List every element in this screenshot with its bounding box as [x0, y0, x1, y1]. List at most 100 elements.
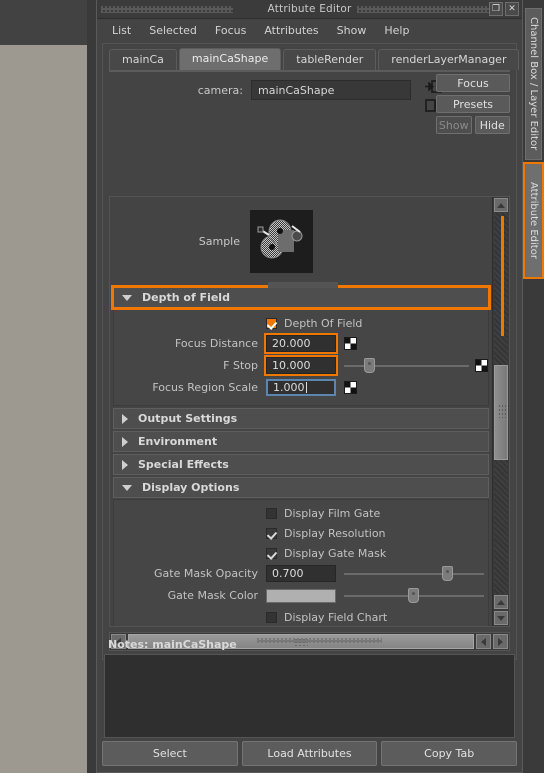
display-field-chart-row: Display Field Chart: [114, 608, 488, 626]
camera-label: camera:: [197, 83, 243, 97]
text-caret: [305, 382, 307, 393]
gate-mask-opacity-row: Gate Mask Opacity 0.700: [114, 564, 488, 583]
tab-renderLayerManager[interactable]: renderLayerManager: [378, 48, 520, 70]
section-title-depth-of-field: Depth of Field: [142, 291, 230, 304]
tab-tableRender[interactable]: tableRender: [283, 48, 377, 70]
display-film-gate-checkbox[interactable]: [266, 507, 277, 519]
chevron-down-icon: [122, 484, 132, 491]
focus-region-scale-label: Focus Region Scale: [152, 381, 258, 394]
menu-help[interactable]: Help: [375, 22, 418, 39]
gate-mask-color-slider[interactable]: [344, 587, 484, 604]
f-stop-label: F Stop: [223, 359, 258, 372]
display-gate-mask-row: Display Gate Mask: [114, 544, 488, 562]
focus-region-scale-input[interactable]: 1.000: [266, 379, 336, 396]
display-film-gate-row: Display Film Gate: [114, 504, 488, 522]
f-stop-slider-thumb[interactable]: [364, 358, 375, 373]
screen-root: Attribute Editor ❐ ✕ List Selected Focus…: [0, 0, 544, 773]
section-title-output-settings: Output Settings: [138, 412, 238, 425]
vertical-scrollbar[interactable]: [492, 197, 509, 626]
f-stop-row: F Stop 10.000: [114, 355, 488, 376]
focus-distance-map-icon[interactable]: [344, 337, 357, 350]
f-stop-input[interactable]: 10.000: [264, 355, 338, 376]
display-gate-mask-checkbox[interactable]: [266, 547, 277, 559]
vertical-scroll-track[interactable]: [494, 213, 508, 594]
sample-thumbnail[interactable]: [250, 209, 313, 273]
camera-name-input[interactable]: mainCaShape: [251, 80, 411, 100]
focus-region-scale-map-icon[interactable]: [344, 381, 357, 394]
copy-tab-button[interactable]: Copy Tab: [381, 741, 518, 766]
scroll-up-icon[interactable]: [494, 198, 508, 212]
gate-mask-opacity-thumb[interactable]: [442, 566, 453, 581]
focus-region-scale-value: 1.000: [273, 381, 305, 394]
bottom-button-bar: Select Load Attributes Copy Tab: [102, 741, 518, 766]
chevron-down-icon: [122, 294, 132, 301]
hide-button[interactable]: Hide: [474, 116, 510, 134]
attribute-scroll-area: Sample Depth of Field Depth Of Field Foc…: [109, 196, 510, 627]
section-body-display-options: Display Film Gate Display Resolution Dis…: [113, 499, 489, 626]
menu-focus[interactable]: Focus: [206, 22, 255, 39]
gate-mask-color-label: Gate Mask Color: [167, 589, 258, 602]
f-stop-map-icon[interactable]: [475, 359, 488, 372]
editor-body: mainCa mainCaShape tableRender renderLay…: [102, 43, 520, 660]
window-controls: ❐ ✕: [489, 2, 519, 16]
notes-section: Notes: mainCaShape: [102, 636, 517, 738]
focus-region-scale-row: Focus Region Scale 1.000: [114, 378, 488, 397]
menu-attributes[interactable]: Attributes: [255, 22, 327, 39]
menubar: List Selected Focus Attributes Show Help: [97, 19, 522, 41]
tab-mainCaShape[interactable]: mainCaShape: [178, 47, 282, 70]
chevron-right-icon: [122, 413, 128, 424]
vtab-channel-box-layer-editor[interactable]: Channel Box / Layer Editor: [525, 8, 542, 160]
vertical-scroll-thumb[interactable]: [494, 365, 508, 460]
menu-selected[interactable]: Selected: [140, 22, 206, 39]
display-film-gate-label: Display Film Gate: [284, 506, 381, 520]
section-body-depth-of-field: Depth Of Field Focus Distance 20.000 F S…: [113, 309, 489, 406]
section-header-special-effects[interactable]: Special Effects: [113, 454, 489, 475]
focus-button[interactable]: Focus: [436, 74, 510, 92]
scroll-down-small-icon[interactable]: [494, 595, 508, 609]
load-attributes-button[interactable]: Load Attributes: [241, 741, 378, 766]
select-button[interactable]: Select: [102, 741, 238, 766]
viewport-backdrop: [0, 45, 87, 773]
gate-mask-color-thumb[interactable]: [408, 588, 420, 603]
presets-button[interactable]: Presets: [436, 95, 510, 113]
vtab-attribute-editor[interactable]: Attribute Editor: [523, 162, 544, 279]
display-resolution-checkbox[interactable]: [266, 527, 277, 539]
tab-mainCa[interactable]: mainCa: [109, 48, 177, 70]
sample-strip: [268, 282, 338, 288]
scroll-highlight-marker: [501, 216, 504, 336]
section-header-output-settings[interactable]: Output Settings: [113, 408, 489, 429]
gate-mask-color-swatch[interactable]: [266, 588, 336, 603]
depth-of-field-checkbox[interactable]: [266, 317, 277, 329]
right-vertical-tab-strip: Channel Box / Layer Editor Attribute Edi…: [523, 0, 544, 773]
display-resolution-row: Display Resolution: [114, 524, 488, 542]
gate-mask-opacity-slider[interactable]: [344, 565, 484, 582]
scroll-down-icon[interactable]: [494, 611, 508, 625]
gate-mask-opacity-input[interactable]: 0.700: [266, 565, 336, 582]
display-gate-mask-label: Display Gate Mask: [284, 546, 387, 560]
window-titlebar[interactable]: Attribute Editor ❐ ✕: [97, 0, 522, 19]
sample-area: Sample: [110, 197, 492, 288]
focus-distance-input[interactable]: 20.000: [264, 333, 338, 354]
notes-textarea[interactable]: [104, 654, 515, 738]
chevron-right-icon: [122, 459, 128, 470]
scroll-thumb-grip: [498, 404, 506, 418]
restore-icon[interactable]: ❐: [489, 2, 503, 16]
attribute-editor-window: Attribute Editor ❐ ✕ List Selected Focus…: [96, 0, 523, 773]
section-header-depth-of-field[interactable]: Depth of Field: [111, 285, 491, 310]
gate-mask-opacity-label: Gate Mask Opacity: [154, 567, 258, 580]
side-button-group: Focus Presets Show Hide: [436, 74, 510, 134]
section-title-environment: Environment: [138, 435, 218, 448]
section-header-display-options[interactable]: Display Options: [113, 477, 489, 498]
menu-list[interactable]: List: [103, 22, 140, 39]
display-field-chart-checkbox[interactable]: [266, 611, 277, 623]
show-hide-pair: Show Hide: [436, 116, 510, 134]
section-title-display-options: Display Options: [142, 481, 240, 494]
show-button[interactable]: Show: [436, 116, 472, 134]
gate-mask-opacity-track: [344, 573, 484, 575]
sample-label: Sample: [198, 234, 240, 248]
f-stop-slider[interactable]: [344, 357, 469, 374]
close-icon[interactable]: ✕: [505, 2, 519, 16]
section-header-environment[interactable]: Environment: [113, 431, 489, 452]
menu-show[interactable]: Show: [328, 22, 376, 39]
desktop-top-band: [0, 0, 96, 45]
